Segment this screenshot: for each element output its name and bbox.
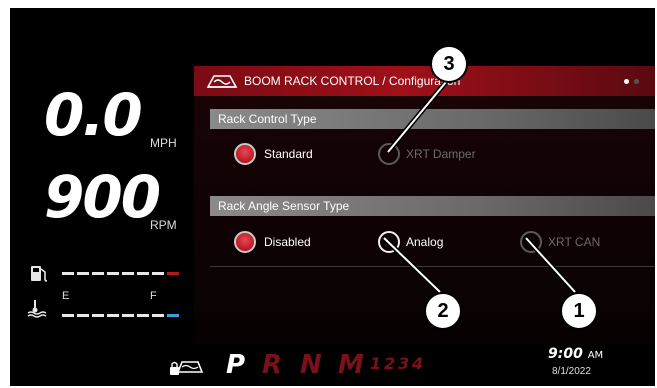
callout-2: 2 [424,292,462,330]
callout-1: 1 [560,292,598,330]
callout-3: 3 [430,45,468,83]
callout-leaders [382,80,577,294]
